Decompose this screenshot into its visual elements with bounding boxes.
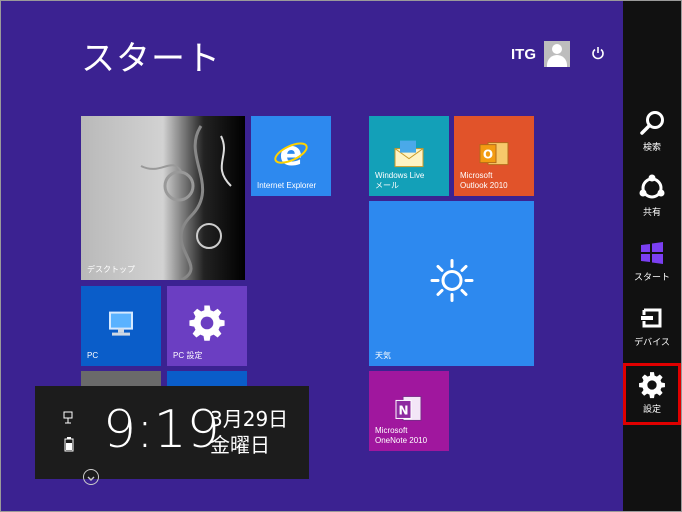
tile-label: Windows Live メール xyxy=(375,171,425,190)
tile-label: PC xyxy=(87,351,99,360)
user-account[interactable]: ITG xyxy=(511,41,570,67)
gear-icon xyxy=(189,305,225,341)
charm-search[interactable]: 検索 xyxy=(623,101,681,163)
devices-icon xyxy=(641,308,662,328)
tile-label: Microsoft Outlook 2010 xyxy=(460,171,508,190)
internet-explorer-icon: e xyxy=(274,135,308,171)
charm-label: デバイス xyxy=(634,338,670,348)
date-text: 3月29日 xyxy=(210,407,289,431)
charm-settings[interactable]: 設定 xyxy=(623,363,681,425)
charm-devices[interactable]: デバイス xyxy=(623,296,681,358)
desktop-wallpaper-image xyxy=(140,125,232,280)
power-icon[interactable] xyxy=(591,46,605,60)
windows-logo-icon xyxy=(641,242,663,264)
tile-pc-settings[interactable]: PC 設定 xyxy=(167,286,247,366)
all-apps-arrow-icon[interactable] xyxy=(83,469,99,485)
tile-onenote-2010[interactable]: N Microsoft OneNote 2010 xyxy=(369,371,449,451)
tile-label: Internet Explorer xyxy=(257,181,317,190)
charm-share[interactable]: 共有 xyxy=(623,166,681,228)
svg-text:e: e xyxy=(279,135,302,171)
outlook-icon: O xyxy=(479,142,509,166)
charm-label: 検索 xyxy=(642,143,661,153)
share-icon xyxy=(639,174,665,199)
clock-overlay: 9:19 3月29日 金曜日 xyxy=(35,386,309,479)
svg-text:N: N xyxy=(398,403,408,417)
network-icon xyxy=(63,411,73,424)
onenote-icon: N xyxy=(395,395,422,421)
gear-icon xyxy=(639,372,665,399)
tile-label: PC 設定 xyxy=(173,351,203,360)
tile-weather[interactable]: 天気 xyxy=(369,201,534,366)
sun-icon xyxy=(430,258,473,302)
clock-date: 3月29日 金曜日 xyxy=(210,406,288,458)
charm-label: 設定 xyxy=(642,405,661,415)
start-screen: スタート ITG デスクトップ e Internet Explorer Wind… xyxy=(0,0,682,512)
user-name: ITG xyxy=(511,45,536,63)
charm-label: 共有 xyxy=(642,208,661,218)
search-icon xyxy=(640,111,664,135)
tile-label: 天気 xyxy=(375,351,391,360)
computer-icon xyxy=(109,311,133,336)
battery-icon xyxy=(64,437,74,452)
avatar[interactable] xyxy=(544,41,570,67)
svg-text:O: O xyxy=(483,148,493,162)
tile-label: デスクトップ xyxy=(87,265,135,274)
tile-pc[interactable]: PC xyxy=(81,286,161,366)
tile-windows-live-mail[interactable]: Windows Live メール xyxy=(369,116,449,196)
tile-internet-explorer[interactable]: e Internet Explorer xyxy=(251,116,331,196)
tile-label: Microsoft OneNote 2010 xyxy=(375,426,428,445)
clock-time: 9:19 xyxy=(103,400,220,460)
weekday-text: 金曜日 xyxy=(210,433,270,457)
charm-start[interactable]: スタート xyxy=(623,231,681,293)
charm-label: スタート xyxy=(633,273,670,283)
charms-bar: 検索 共有 スタート デバイス 設定 xyxy=(623,1,681,511)
page-title: スタート xyxy=(81,39,221,79)
mail-icon xyxy=(394,140,424,168)
tile-outlook-2010[interactable]: O Microsoft Outlook 2010 xyxy=(454,116,534,196)
tile-desktop[interactable]: デスクトップ xyxy=(81,116,245,280)
